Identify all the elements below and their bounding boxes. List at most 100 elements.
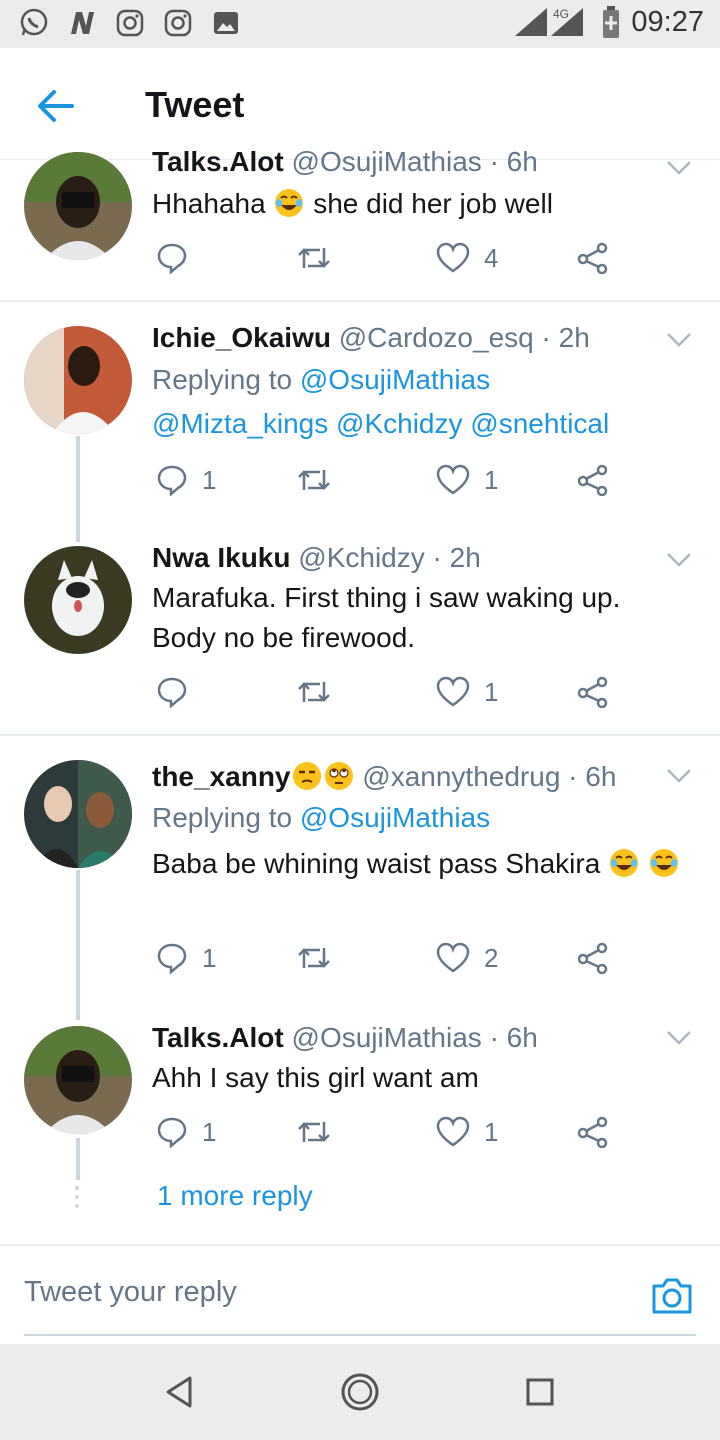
reply-input[interactable]: Tweet your reply (24, 1276, 237, 1309)
like-button[interactable]: 1 (436, 1116, 498, 1148)
tweet-header: Ichie_Okaiwu @Cardozo_esq · 2h (152, 322, 590, 354)
instagram-icon (114, 7, 146, 39)
reply-count: 1 (202, 1116, 217, 1147)
nav-home-button[interactable] (340, 1372, 380, 1412)
tweet-header: Talks.Alot @OsujiMathias · 6h (152, 146, 538, 178)
share-button[interactable] (576, 942, 610, 974)
square-recents-icon (526, 1378, 554, 1406)
camera-button[interactable] (650, 1276, 694, 1316)
nav-recents-button[interactable] (520, 1372, 560, 1412)
share-button[interactable] (576, 1116, 610, 1148)
reply-button[interactable]: 1 (156, 942, 216, 974)
arrow-left-icon (38, 90, 74, 122)
tweet-text: Baba be whining waist pass Shakira (152, 844, 692, 884)
mention-link[interactable]: @OsujiMathias (300, 364, 490, 395)
tweet-time: · 2h (541, 322, 590, 353)
heart-icon (436, 942, 470, 973)
tweet-text[interactable]: @Mizta_kings @Kchidzy @snehtical (152, 404, 692, 444)
share-icon (577, 1116, 608, 1148)
retweet-button[interactable] (296, 464, 332, 496)
like-count: 2 (484, 942, 499, 973)
share-button[interactable] (576, 242, 610, 274)
like-button[interactable]: 2 (436, 942, 498, 974)
reply-button[interactable] (156, 676, 202, 708)
tweet[interactable]: Talks.Alot @OsujiMathias · 6h Ahh I say … (0, 1006, 720, 1180)
triangle-back-icon (166, 1376, 192, 1408)
svg-text:4G: 4G (553, 7, 569, 21)
tweet[interactable]: Ichie_Okaiwu @Cardozo_esq · 2h Replying … (0, 302, 720, 542)
comment-icon (157, 465, 187, 496)
heart-icon (436, 464, 470, 495)
more-replies-link[interactable]: 1 more reply (157, 1180, 313, 1212)
chevron-down-icon[interactable] (666, 1030, 692, 1046)
whatsapp-icon (18, 7, 50, 39)
display-name[interactable]: the_xanny (152, 761, 355, 792)
display-name[interactable]: Talks.Alot (152, 1022, 284, 1053)
avatar[interactable] (24, 152, 132, 260)
retweet-button[interactable] (296, 676, 332, 708)
like-count: 1 (484, 676, 499, 707)
laughing-emoji-icon (649, 849, 678, 877)
retweet-icon (298, 1122, 330, 1142)
tweet[interactable]: Talks.Alot @OsujiMathias · 6h Hhahaha sh… (0, 146, 720, 302)
heart-icon (436, 1116, 470, 1147)
tweet-actions: 4 (152, 242, 632, 282)
retweet-icon (298, 470, 330, 490)
retweet-button[interactable] (296, 1116, 332, 1148)
retweet-icon (298, 248, 330, 268)
tweet-text: Marafuka. First thing i saw waking up. B… (152, 582, 621, 653)
tweet-header: Nwa Ikuku @Kchidzy · 2h (152, 542, 481, 574)
retweet-button[interactable] (296, 242, 332, 274)
nav-back-button[interactable] (160, 1372, 200, 1412)
heart-icon (436, 676, 470, 707)
circle-home-icon (341, 1373, 379, 1411)
tweet-time: · 2h (432, 542, 481, 573)
reply-composer: Tweet your reply (0, 1244, 720, 1344)
unamused-emoji-icon (292, 762, 321, 790)
share-button[interactable] (576, 464, 610, 496)
n-icon (66, 7, 98, 39)
signal-icon: 4G (515, 7, 584, 36)
replying-to: Replying to @OsujiMathias (152, 364, 491, 395)
comment-icon (157, 943, 187, 974)
like-button[interactable]: 1 (436, 676, 498, 708)
laughing-emoji-icon (275, 189, 304, 217)
share-button[interactable] (576, 676, 610, 708)
share-icon (577, 242, 608, 274)
instagram-icon (162, 7, 194, 39)
reply-count: 1 (202, 942, 217, 973)
display-name[interactable]: Talks.Alot (152, 146, 284, 177)
avatar[interactable] (24, 1026, 132, 1134)
heart-icon (436, 242, 470, 273)
display-name[interactable]: Ichie_Okaiwu (152, 322, 331, 353)
avatar[interactable] (24, 546, 132, 654)
tweet[interactable]: the_xanny @xannythedrug · 6h Replying to… (0, 736, 720, 1020)
reply-button[interactable]: 1 (156, 1116, 216, 1148)
share-icon (577, 464, 608, 496)
replying-to: Replying to @OsujiMathias (152, 802, 491, 833)
mention-link[interactable]: @OsujiMathias (300, 802, 490, 833)
chevron-down-icon[interactable] (666, 160, 692, 176)
user-handle: @OsujiMathias (291, 146, 482, 177)
like-count: 1 (484, 1116, 499, 1147)
retweet-button[interactable] (296, 942, 332, 974)
thread-dots (75, 1186, 81, 1213)
thread-line (76, 870, 80, 1020)
display-name[interactable]: Nwa Ikuku (152, 542, 290, 573)
chevron-down-icon[interactable] (666, 768, 692, 784)
back-button[interactable] (32, 82, 80, 130)
like-button[interactable]: 1 (436, 464, 498, 496)
like-button[interactable]: 4 (436, 242, 498, 274)
system-nav-bar (0, 1344, 720, 1440)
chevron-down-icon[interactable] (666, 552, 692, 568)
avatar[interactable] (24, 760, 132, 868)
tweet-header: Talks.Alot @OsujiMathias · 6h (152, 1022, 538, 1054)
chevron-down-icon[interactable] (666, 332, 692, 348)
tweet[interactable]: Nwa Ikuku @Kchidzy · 2h Marafuka. First … (0, 528, 720, 734)
comment-icon (157, 1117, 187, 1148)
reply-button[interactable] (156, 242, 202, 274)
avatar[interactable] (24, 326, 132, 434)
like-count: 1 (484, 464, 499, 495)
comment-icon (157, 677, 187, 708)
reply-button[interactable]: 1 (156, 464, 216, 496)
